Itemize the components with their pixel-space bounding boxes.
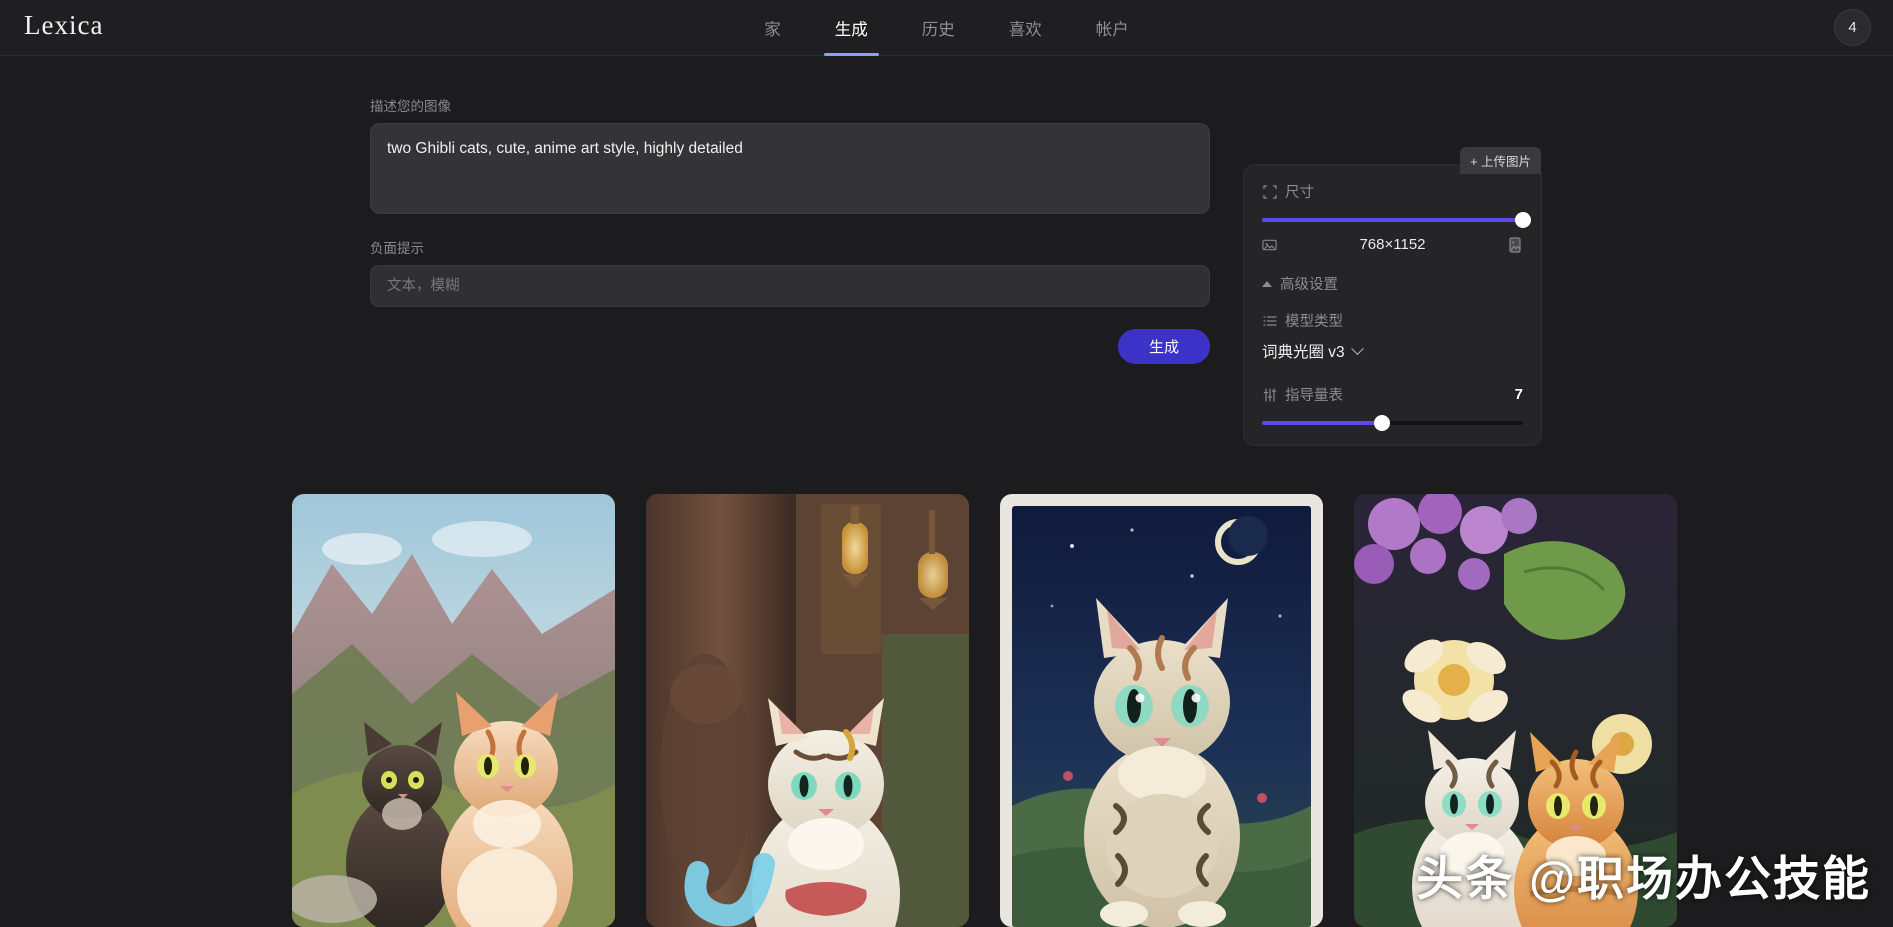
negative-prompt-input[interactable] xyxy=(370,265,1210,307)
crop-icon xyxy=(1262,184,1277,199)
advanced-settings-label: 高级设置 xyxy=(1280,277,1338,293)
nav-item-account[interactable]: 帐户 xyxy=(1069,0,1156,56)
list-icon xyxy=(1262,313,1277,328)
size-label: 尺寸 xyxy=(1285,185,1314,201)
credits-badge[interactable]: 4 xyxy=(1834,9,1871,46)
dimensions-value: 768×1152 xyxy=(1359,236,1426,253)
size-slider-fill xyxy=(1262,218,1523,222)
guidance-scale-label: 指导量表 xyxy=(1285,388,1343,404)
result-card-4[interactable] xyxy=(1354,494,1677,927)
result-image-1 xyxy=(292,494,615,927)
triangle-up-icon xyxy=(1262,280,1272,287)
guidance-slider-knob[interactable] xyxy=(1374,415,1391,431)
prompt-column: 描述您的图像 负面提示 生成 xyxy=(370,95,1210,364)
size-slider-knob[interactable] xyxy=(1515,212,1531,228)
generate-row: 生成 xyxy=(370,329,1210,364)
results-grid xyxy=(292,494,1677,927)
result-image-2 xyxy=(646,494,969,927)
model-select-value: 词典光圈 v3 xyxy=(1262,344,1345,361)
top-navigation-bar: Lexica 家 生成 历史 喜欢 帐户 4 xyxy=(0,0,1893,56)
generation-composer: 描述您的图像 负面提示 生成 + 上传图片 尺寸 xyxy=(0,56,1893,456)
result-image-3 xyxy=(1012,506,1311,927)
result-card-2[interactable] xyxy=(646,494,969,927)
portrait-image-icon[interactable] xyxy=(1508,236,1523,253)
generate-button[interactable]: 生成 xyxy=(1118,329,1210,364)
nav-item-history[interactable]: 历史 xyxy=(895,0,982,56)
prompt-input[interactable] xyxy=(370,123,1210,214)
sliders-icon xyxy=(1262,387,1277,402)
nav-item-likes[interactable]: 喜欢 xyxy=(982,0,1069,56)
upload-image-button[interactable]: + 上传图片 xyxy=(1460,147,1541,174)
settings-panel: + 上传图片 尺寸 768×1152 高级设置 模型类型 词典光圈 v3 指导量… xyxy=(1243,147,1542,446)
result-card-3[interactable] xyxy=(1000,494,1323,927)
result-image-4 xyxy=(1354,494,1677,927)
guidance-label-group: 指导量表 xyxy=(1262,384,1343,405)
guidance-slider-fill xyxy=(1262,421,1383,425)
model-type-label: 模型类型 xyxy=(1285,314,1343,330)
prompt-label: 描述您的图像 xyxy=(370,99,451,114)
guidance-scale-value: 7 xyxy=(1514,386,1523,403)
negative-prompt-group: 负面提示 xyxy=(370,237,1210,307)
chevron-down-icon xyxy=(1350,341,1364,355)
model-type-header: 模型类型 xyxy=(1262,310,1523,331)
nav-item-home[interactable]: 家 xyxy=(737,0,808,56)
size-slider[interactable] xyxy=(1262,212,1531,228)
model-select[interactable]: 词典光圈 v3 xyxy=(1262,340,1523,362)
guidance-slider[interactable] xyxy=(1262,415,1523,431)
advanced-settings-toggle[interactable]: 高级设置 xyxy=(1262,273,1523,294)
main-nav: 家 生成 历史 喜欢 帐户 xyxy=(0,0,1893,56)
guidance-scale-row: 指导量表 7 xyxy=(1262,384,1523,405)
result-card-1[interactable] xyxy=(292,494,615,927)
model-type-group: 模型类型 词典光圈 v3 xyxy=(1262,310,1523,362)
nav-item-generate[interactable]: 生成 xyxy=(808,0,895,56)
negative-prompt-label: 负面提示 xyxy=(370,241,424,256)
landscape-image-icon[interactable] xyxy=(1262,237,1277,252)
size-row: 尺寸 xyxy=(1262,181,1523,202)
dimensions-row: 768×1152 xyxy=(1262,236,1523,253)
